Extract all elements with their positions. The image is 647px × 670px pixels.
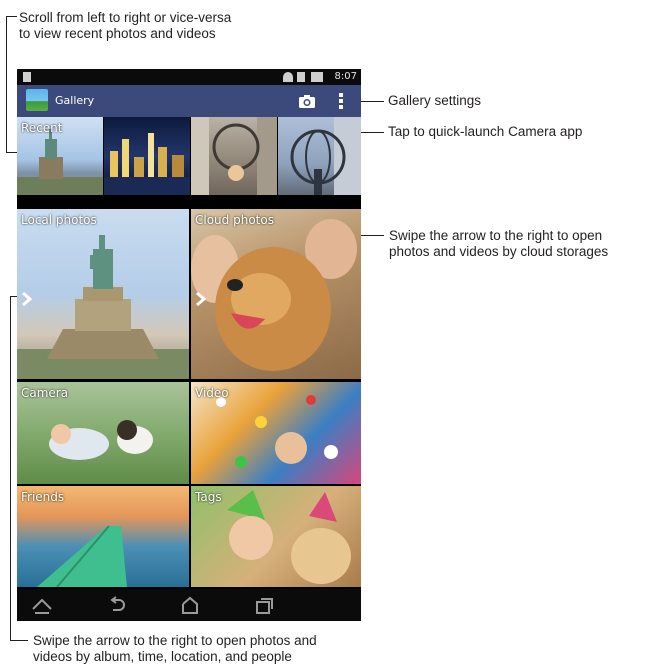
tile-label-tags: Tags [195, 490, 222, 504]
navigation-bar [17, 589, 361, 621]
chevron-right-icon[interactable] [20, 291, 34, 307]
gallery-app-icon[interactable] [26, 89, 48, 111]
callout-gallery-settings: Gallery settings [388, 93, 482, 108]
recent-tile-city[interactable] [104, 117, 190, 195]
overflow-menu-icon[interactable] [334, 91, 348, 111]
tile-label-recent: Recent [21, 121, 63, 135]
recent-tile-statue[interactable]: Recent [17, 117, 103, 195]
statue-photo [17, 235, 189, 379]
plaza-photo [191, 117, 277, 195]
friends-album-tile[interactable]: Friends [17, 486, 189, 587]
callout-swipe-cloud: Swipe the arrow to the right to open pho… [389, 228, 609, 259]
tile-label-camera: Camera [21, 386, 69, 400]
video-album-tile[interactable]: Video [191, 382, 361, 484]
callout-line [6, 16, 17, 17]
action-bar: Gallery [17, 85, 361, 117]
chevron-right-icon[interactable] [194, 291, 208, 307]
dog-photo [191, 219, 357, 371]
signal-icon [297, 72, 305, 82]
gallery-screen: 8:07 Gallery Recent Local photos Cloud p… [17, 69, 361, 621]
home-icon[interactable] [179, 595, 201, 615]
tile-label-friends: Friends [21, 490, 65, 504]
atlas-photo [290, 117, 361, 195]
local-photos-tile[interactable]: Local photos [17, 209, 189, 379]
back-icon[interactable] [105, 595, 127, 615]
callout-line [10, 296, 11, 640]
camera-album-tile[interactable]: Camera [17, 382, 189, 484]
camera-icon[interactable] [298, 93, 316, 109]
cloud-photos-tile[interactable]: Cloud photos [191, 209, 361, 379]
recent-tile-plaza[interactable] [191, 117, 277, 195]
status-time: 8:07 [334, 71, 357, 82]
callout-swipe-album: Swipe the arrow to the right to open pho… [33, 633, 317, 664]
callout-line [10, 640, 28, 641]
tile-label-cloud-photos: Cloud photos [195, 213, 274, 227]
city-photo [104, 133, 190, 195]
home-icon[interactable] [31, 595, 53, 615]
recent-tile-atlas[interactable] [278, 117, 361, 195]
notification-icon [23, 72, 31, 82]
tile-label-local-photos: Local photos [21, 213, 97, 227]
recent-apps-icon[interactable] [253, 595, 275, 615]
callout-scroll-recent: Scroll from left to right or vice-versa … [19, 10, 232, 41]
wifi-icon [283, 72, 293, 82]
tile-label-video: Video [195, 386, 229, 400]
battery-icon [311, 72, 323, 82]
tags-album-tile[interactable]: Tags [191, 486, 361, 587]
app-title: Gallery [55, 94, 95, 107]
callout-quick-launch-camera: Tap to quick-launch Camera app [388, 124, 583, 139]
callout-line [6, 16, 7, 152]
status-bar: 8:07 [17, 69, 361, 85]
